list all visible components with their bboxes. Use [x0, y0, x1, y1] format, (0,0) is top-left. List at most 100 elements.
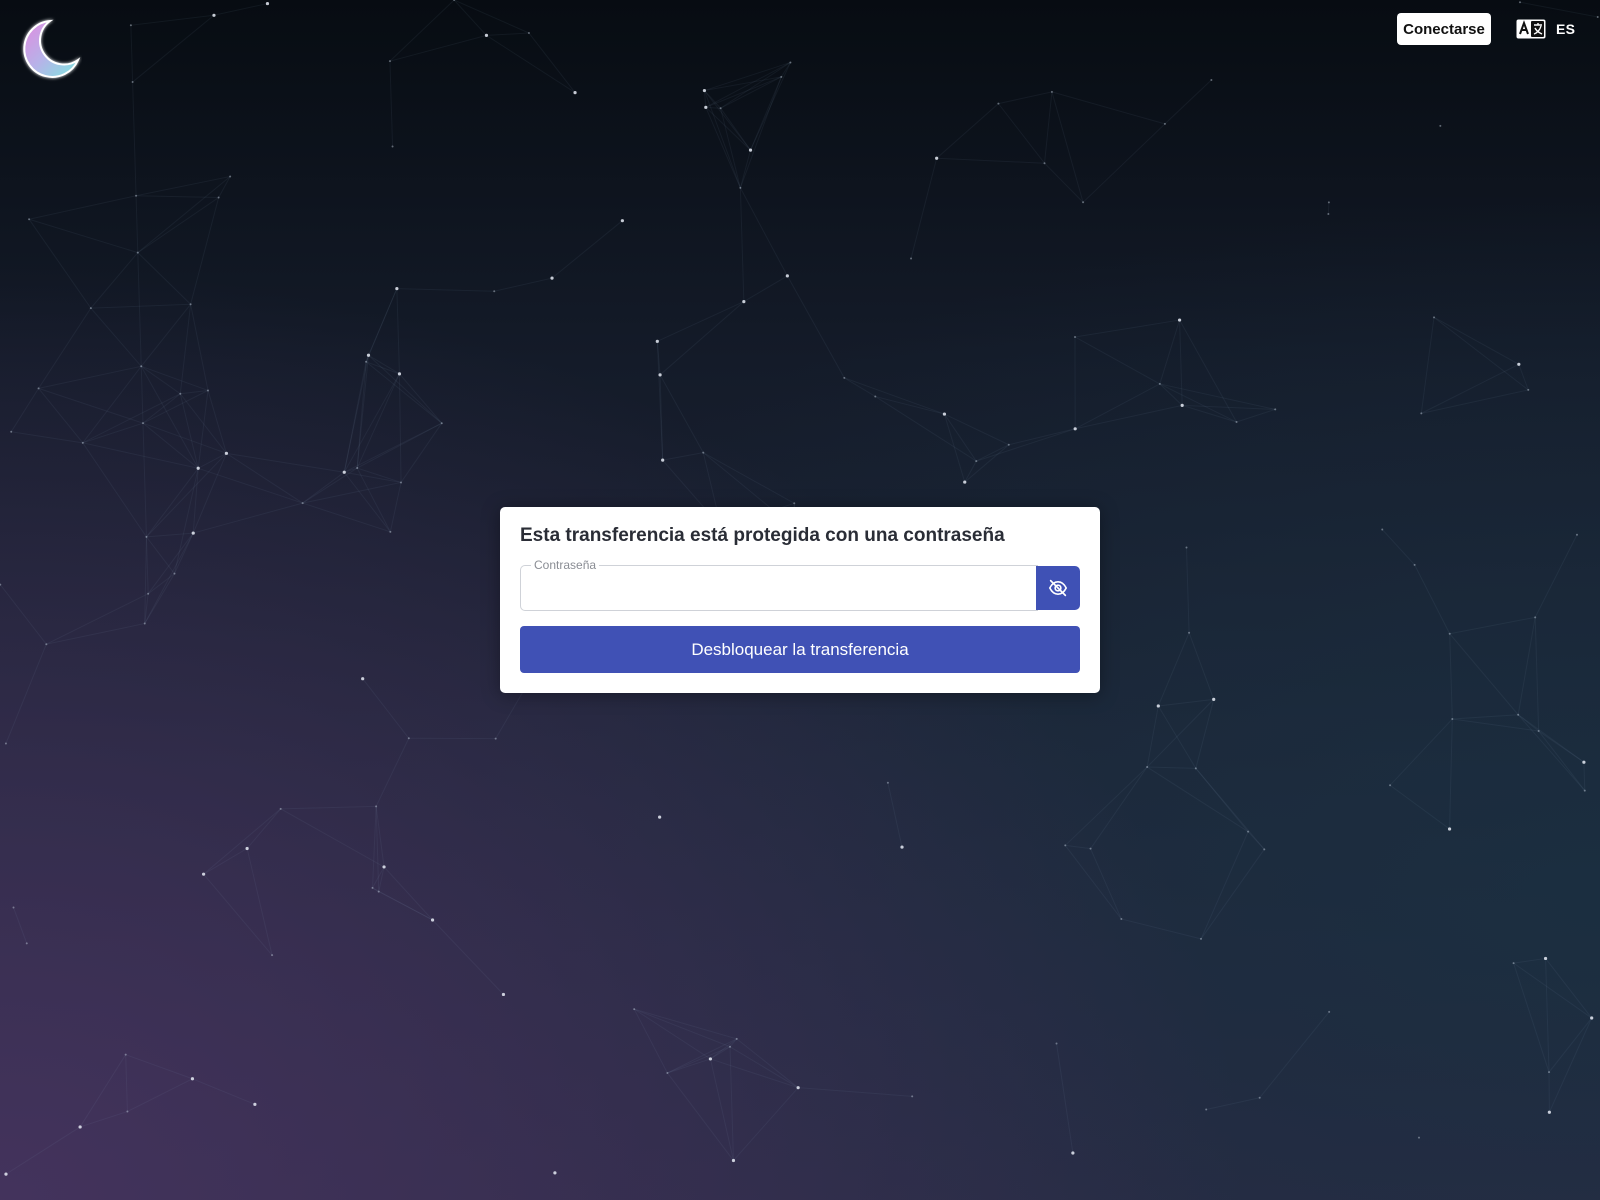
connect-button[interactable]: Conectarse: [1397, 13, 1491, 45]
constellation-line: [1075, 404, 1183, 430]
constellation-line: [875, 396, 977, 462]
star: [501, 992, 506, 997]
constellation-line: [710, 1058, 799, 1089]
star: [1543, 956, 1548, 961]
star: [388, 60, 391, 63]
constellation-line: [786, 275, 845, 379]
constellation-line: [704, 76, 782, 92]
constellation-line: [203, 808, 281, 875]
constellation-line: [13, 907, 28, 944]
constellation-line: [798, 1087, 913, 1097]
constellation-line: [494, 277, 553, 292]
star: [911, 1095, 914, 1098]
constellation-line: [1519, 1, 1598, 18]
constellation-line: [79, 1111, 128, 1128]
constellation-line: [1414, 564, 1451, 634]
star: [1381, 528, 1384, 531]
toggle-password-visibility-button[interactable]: [1036, 566, 1080, 610]
constellation-line: [736, 1038, 799, 1089]
constellation-line: [365, 288, 398, 362]
star: [1212, 697, 1216, 701]
star: [440, 422, 443, 425]
constellation-line: [226, 452, 303, 504]
star: [666, 1071, 669, 1074]
crescent-moon-icon[interactable]: [16, 16, 82, 82]
constellation-line: [657, 301, 745, 342]
constellation-line: [1164, 79, 1212, 125]
star: [1518, 1, 1521, 4]
star: [1055, 1042, 1058, 1045]
constellation-line: [142, 422, 199, 469]
star: [1448, 632, 1451, 635]
constellation-line: [1064, 845, 1122, 920]
star: [10, 430, 13, 433]
star: [633, 1008, 636, 1011]
constellation-line: [1044, 91, 1053, 164]
constellation-line: [551, 220, 623, 279]
constellation-line: [1247, 831, 1265, 850]
constellation-line: [887, 782, 903, 848]
star: [389, 530, 392, 533]
star: [1146, 766, 1149, 769]
star: [407, 737, 410, 740]
constellation-line: [82, 366, 142, 444]
constellation-line: [1513, 962, 1550, 1073]
star: [1180, 403, 1184, 407]
constellation-line: [1534, 534, 1578, 618]
star: [658, 373, 662, 377]
constellation-line: [343, 471, 391, 533]
star: [702, 451, 705, 454]
constellation-line: [140, 303, 192, 367]
constellation-line: [943, 413, 966, 483]
star: [141, 422, 144, 425]
constellation-line: [144, 573, 175, 624]
constellation-line: [667, 1058, 711, 1074]
star: [1185, 546, 1188, 549]
star: [735, 1037, 738, 1040]
constellation-line: [1538, 730, 1586, 791]
star: [997, 102, 1000, 105]
constellation-line: [38, 307, 92, 389]
star: [371, 886, 374, 889]
constellation-line: [362, 678, 410, 739]
constellation-line: [703, 90, 741, 189]
constellation-line: [1513, 957, 1546, 964]
star: [124, 1053, 127, 1056]
constellation-line: [46, 593, 149, 645]
constellation-line: [197, 390, 209, 469]
constellation-line: [1051, 91, 1084, 203]
constellation-line: [280, 808, 385, 868]
constellation-line: [1452, 714, 1519, 720]
constellation-line: [936, 157, 1045, 164]
constellation-line: [1545, 958, 1550, 1073]
constellation-line: [1381, 529, 1415, 566]
star: [135, 194, 138, 197]
star: [253, 1102, 257, 1106]
constellation-line: [246, 808, 282, 849]
constellation-line: [1206, 1097, 1260, 1110]
language-switcher[interactable]: ES: [1516, 16, 1575, 42]
star: [910, 257, 913, 260]
star: [356, 467, 359, 470]
constellation-line: [1548, 1017, 1593, 1073]
constellation-line: [1051, 91, 1166, 125]
star: [1547, 1110, 1551, 1114]
constellation-line: [389, 34, 487, 62]
star: [900, 845, 904, 849]
constellation-line: [1064, 766, 1148, 846]
constellation-line: [146, 532, 194, 538]
unlock-transfer-button[interactable]: Desbloquear la transferencia: [520, 626, 1080, 673]
constellation-line: [179, 304, 192, 394]
constellation-line: [147, 532, 194, 595]
constellation-line: [743, 275, 788, 303]
constellation-line: [90, 252, 139, 309]
star: [843, 376, 846, 379]
constellation-line: [145, 536, 149, 594]
star: [191, 531, 195, 535]
constellation-line: [910, 158, 938, 259]
constellation-line: [1449, 719, 1453, 830]
constellation-line: [5, 1126, 81, 1175]
star: [708, 1057, 713, 1061]
star: [1263, 848, 1266, 851]
password-input[interactable]: [522, 567, 1036, 609]
